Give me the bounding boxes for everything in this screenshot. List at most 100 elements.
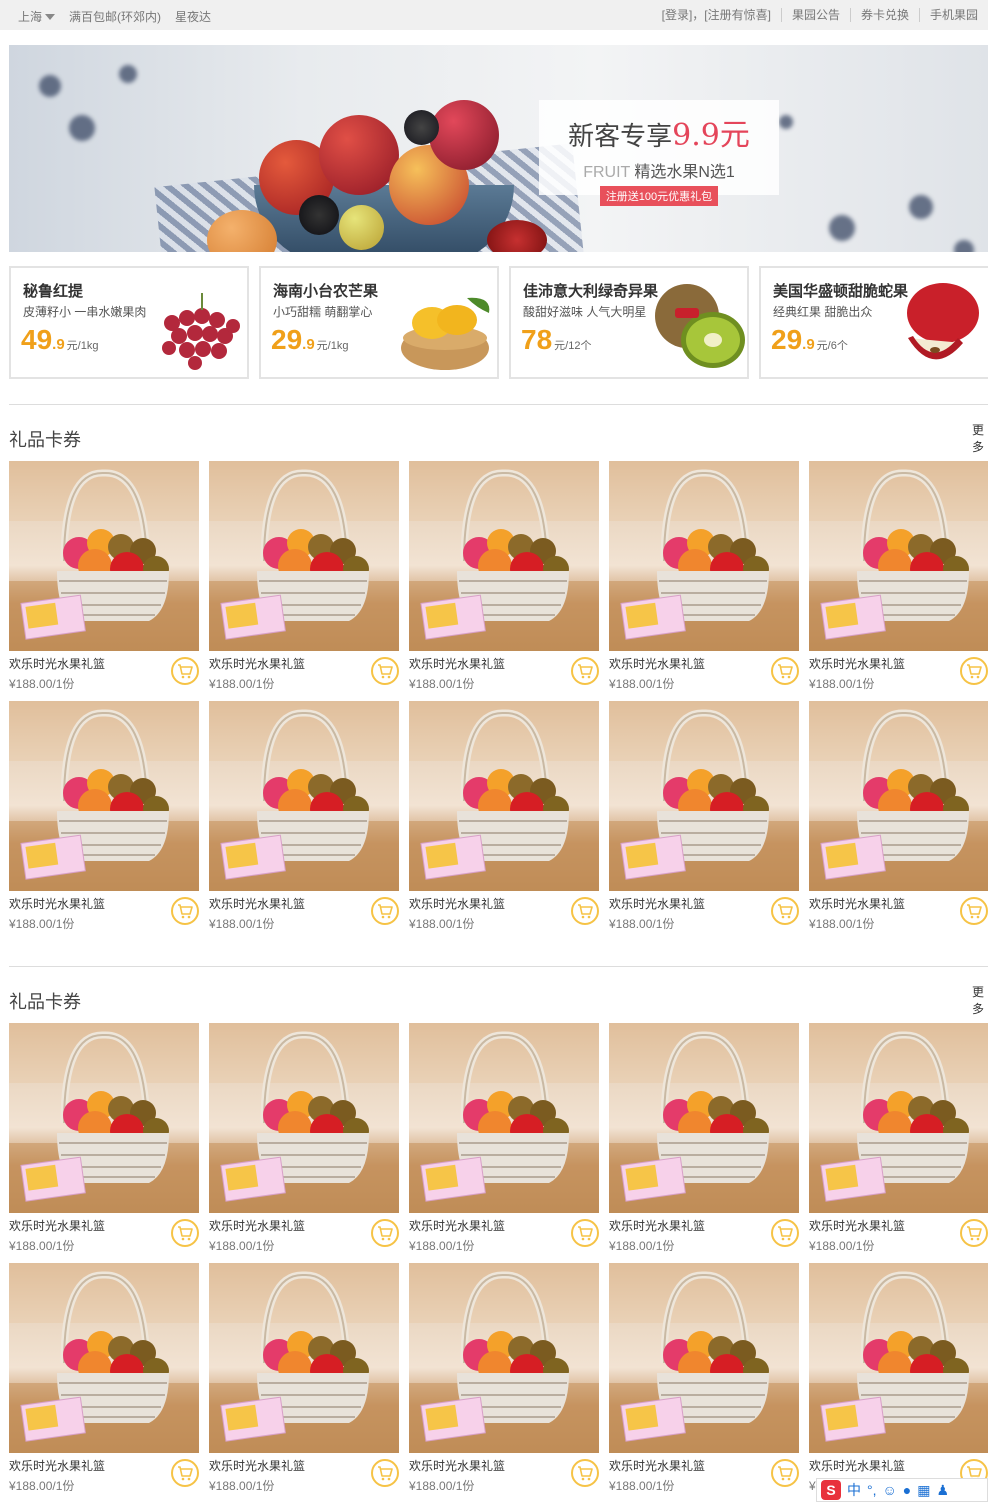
gift-basket-image[interactable] bbox=[809, 461, 988, 651]
product-name[interactable]: 欢乐时光水果礼篮 bbox=[209, 655, 305, 672]
feature-card-mango[interactable]: 海南小台农芒果 小巧甜糯 萌翻掌心 29.9 元/1kg bbox=[259, 266, 499, 379]
user-icon[interactable]: ♟ bbox=[937, 1482, 950, 1499]
product-card[interactable]: 欢乐时光水果礼篮 ¥188.00/1份 bbox=[9, 461, 199, 697]
gift-basket-image[interactable] bbox=[9, 461, 199, 651]
gift-basket-image[interactable] bbox=[9, 1023, 199, 1213]
product-name[interactable]: 欢乐时光水果礼篮 bbox=[409, 655, 505, 672]
announcement-link[interactable]: 果园公告 bbox=[780, 8, 850, 22]
gift-basket-image[interactable] bbox=[9, 1263, 199, 1453]
product-card[interactable]: 欢乐时光水果礼篮 ¥188.00/1份 bbox=[409, 701, 599, 937]
gift-basket-image[interactable] bbox=[409, 461, 599, 651]
product-name[interactable]: 欢乐时光水果礼篮 bbox=[9, 1217, 105, 1234]
product-card[interactable]: 欢乐时光水果礼篮 ¥188.00/1份 bbox=[209, 1263, 399, 1499]
section-more-link[interactable]: 更多 bbox=[972, 421, 988, 455]
gift-basket-image[interactable] bbox=[609, 701, 799, 891]
cart-icon[interactable] bbox=[960, 1219, 988, 1247]
cart-icon[interactable] bbox=[171, 1459, 199, 1487]
product-card[interactable]: 欢乐时光水果礼篮 ¥188.00/1份 bbox=[409, 1023, 599, 1259]
product-name[interactable]: 欢乐时光水果礼篮 bbox=[609, 895, 705, 912]
gift-basket-image[interactable] bbox=[209, 1263, 399, 1453]
cart-icon[interactable] bbox=[171, 1219, 199, 1247]
emoji-icon[interactable]: ☺ bbox=[883, 1482, 897, 1498]
ime-mode-label[interactable]: 中 bbox=[847, 1480, 861, 1500]
cart-icon[interactable] bbox=[571, 897, 599, 925]
cart-icon[interactable] bbox=[771, 1219, 799, 1247]
product-name[interactable]: 欢乐时光水果礼篮 bbox=[9, 895, 105, 912]
cart-icon[interactable] bbox=[960, 897, 988, 925]
feature-card-grapes[interactable]: 秘鲁红提 皮薄籽小 一串水嫩果肉 49.9 元/1kg bbox=[9, 266, 249, 379]
cart-icon[interactable] bbox=[371, 1219, 399, 1247]
gift-basket-image[interactable] bbox=[409, 1023, 599, 1213]
gift-basket-image[interactable] bbox=[209, 461, 399, 651]
new-customer-promo[interactable]: 新客专享9.9元 FRUIT 精选水果N选1 注册送100元优惠礼包 bbox=[539, 100, 779, 206]
gift-basket-image[interactable] bbox=[809, 701, 988, 891]
section-more-link[interactable]: 更多 bbox=[972, 983, 988, 1017]
product-name[interactable]: 欢乐时光水果礼篮 bbox=[209, 1457, 305, 1474]
cart-icon[interactable] bbox=[571, 1219, 599, 1247]
cart-icon[interactable] bbox=[771, 1459, 799, 1487]
product-name[interactable]: 欢乐时光水果礼篮 bbox=[209, 1217, 305, 1234]
city-selector[interactable]: 上海 bbox=[18, 8, 56, 25]
cart-icon[interactable] bbox=[171, 657, 199, 685]
product-name[interactable]: 欢乐时光水果礼篮 bbox=[409, 895, 505, 912]
product-card[interactable]: 欢乐时光水果礼篮 ¥188.00/1份 bbox=[209, 701, 399, 937]
gift-basket-image[interactable] bbox=[609, 461, 799, 651]
cart-icon[interactable] bbox=[371, 1459, 399, 1487]
product-name[interactable]: 欢乐时光水果礼篮 bbox=[809, 1457, 905, 1474]
sogou-icon[interactable]: S bbox=[821, 1480, 841, 1500]
cart-icon[interactable] bbox=[571, 1459, 599, 1487]
product-name[interactable]: 欢乐时光水果礼篮 bbox=[409, 1217, 505, 1234]
cart-icon[interactable] bbox=[371, 897, 399, 925]
gift-basket-image[interactable] bbox=[809, 1263, 988, 1453]
cart-icon[interactable] bbox=[771, 897, 799, 925]
product-name[interactable]: 欢乐时光水果礼篮 bbox=[609, 1457, 705, 1474]
cart-icon[interactable] bbox=[571, 657, 599, 685]
mobile-orchard-link[interactable]: 手机果园 bbox=[918, 8, 988, 22]
gift-basket-image[interactable] bbox=[209, 701, 399, 891]
cart-icon[interactable] bbox=[960, 657, 988, 685]
gift-basket-image[interactable] bbox=[409, 1263, 599, 1453]
product-card[interactable]: 欢乐时光水果礼篮 ¥188.00/1份 bbox=[209, 1023, 399, 1259]
gift-basket-image[interactable] bbox=[9, 701, 199, 891]
product-name[interactable]: 欢乐时光水果礼篮 bbox=[809, 1217, 905, 1234]
product-name[interactable]: 欢乐时光水果礼篮 bbox=[9, 655, 105, 672]
keyboard-icon[interactable]: ▦ bbox=[917, 1482, 930, 1499]
free-shipping-link[interactable]: 满百包邮(环郊内) bbox=[69, 8, 161, 25]
product-card[interactable]: 欢乐时光水果礼篮 ¥188.00/1份 bbox=[9, 1263, 199, 1499]
microphone-icon[interactable]: ● bbox=[903, 1482, 911, 1498]
product-card[interactable]: 欢乐时光水果礼篮 ¥188.00/1份 bbox=[409, 461, 599, 697]
product-name[interactable]: 欢乐时光水果礼篮 bbox=[409, 1457, 505, 1474]
product-card[interactable]: 欢乐时光水果礼篮 ¥188.00/1份 bbox=[609, 1263, 799, 1499]
product-card[interactable]: 欢乐时光水果礼篮 ¥188.00/1份 bbox=[809, 461, 988, 697]
ime-toolbar[interactable]: S 中 °, ☺ ● ▦ ♟ bbox=[816, 1478, 988, 1502]
gift-basket-image[interactable] bbox=[609, 1023, 799, 1213]
product-name[interactable]: 欢乐时光水果礼篮 bbox=[809, 655, 905, 672]
product-name[interactable]: 欢乐时光水果礼篮 bbox=[9, 1457, 105, 1474]
hero-banner[interactable]: 新客专享9.9元 FRUIT 精选水果N选1 注册送100元优惠礼包 bbox=[9, 45, 988, 252]
product-card[interactable]: 欢乐时光水果礼篮 ¥188.00/1份 bbox=[609, 461, 799, 697]
punctuation-icon[interactable]: °, bbox=[867, 1482, 877, 1498]
gift-basket-image[interactable] bbox=[809, 1023, 988, 1213]
gift-basket-image[interactable] bbox=[609, 1263, 799, 1453]
card-redeem-link[interactable]: 券卡兑换 bbox=[849, 8, 919, 22]
product-name[interactable]: 欢乐时光水果礼篮 bbox=[609, 655, 705, 672]
product-name[interactable]: 欢乐时光水果礼篮 bbox=[809, 895, 905, 912]
product-card[interactable]: 欢乐时光水果礼篮 ¥188.00/1份 bbox=[809, 1023, 988, 1259]
product-name[interactable]: 欢乐时光水果礼篮 bbox=[209, 895, 305, 912]
gift-basket-image[interactable] bbox=[409, 701, 599, 891]
product-card[interactable]: 欢乐时光水果礼篮 ¥188.00/1份 bbox=[609, 701, 799, 937]
product-card[interactable]: 欢乐时光水果礼篮 ¥188.00/1份 bbox=[809, 1263, 988, 1499]
product-card[interactable]: 欢乐时光水果礼篮 ¥188.00/1份 bbox=[209, 461, 399, 697]
product-card[interactable]: 欢乐时光水果礼篮 ¥188.00/1份 bbox=[409, 1263, 599, 1499]
product-name[interactable]: 欢乐时光水果礼篮 bbox=[609, 1217, 705, 1234]
cart-icon[interactable] bbox=[171, 897, 199, 925]
product-card[interactable]: 欢乐时光水果礼篮 ¥188.00/1份 bbox=[609, 1023, 799, 1259]
cart-icon[interactable] bbox=[371, 657, 399, 685]
product-card[interactable]: 欢乐时光水果礼篮 ¥188.00/1份 bbox=[9, 701, 199, 937]
cart-icon[interactable] bbox=[771, 657, 799, 685]
feature-card-apple[interactable]: 美国华盛顿甜脆蛇果 经典红果 甜脆出众 29.9 元/6个 bbox=[759, 266, 988, 379]
product-card[interactable]: 欢乐时光水果礼篮 ¥188.00/1份 bbox=[9, 1023, 199, 1259]
feature-card-kiwi[interactable]: 佳沛意大利绿奇异果 酸甜好滋味 人气大明星 78 元/12个 bbox=[509, 266, 749, 379]
night-delivery-link[interactable]: 星夜达 bbox=[175, 8, 211, 25]
gift-basket-image[interactable] bbox=[209, 1023, 399, 1213]
